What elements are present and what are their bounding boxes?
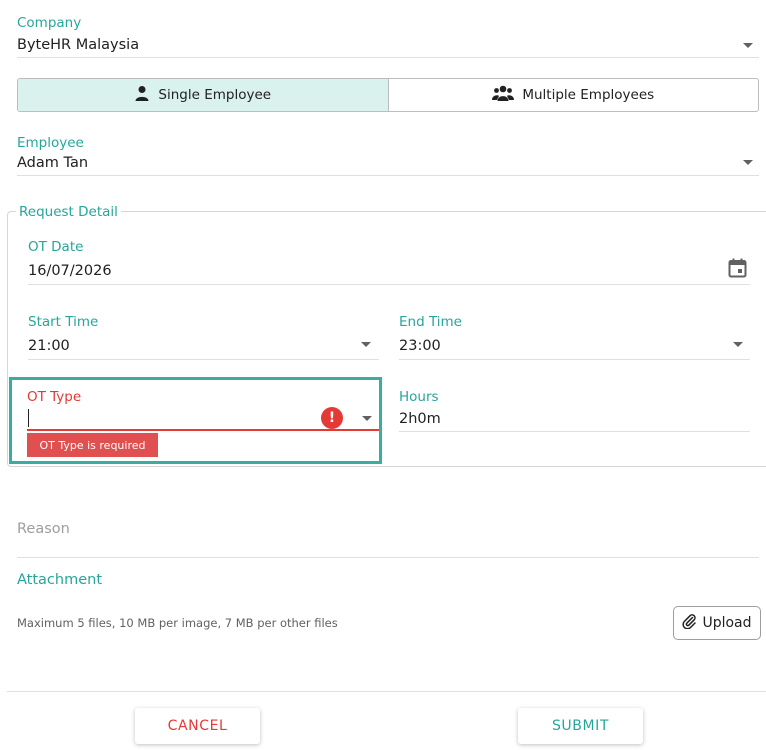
error-icon: ! (321, 407, 343, 429)
employee-value[interactable]: Adam Tan (17, 155, 88, 171)
ot-type-error-underline (27, 429, 379, 431)
employee-label: Employee (17, 135, 84, 151)
end-time-caret-icon[interactable] (733, 342, 743, 347)
request-detail-legend: Request Detail (16, 204, 121, 220)
hours-label: Hours (399, 389, 439, 405)
company-underline (17, 57, 759, 58)
attachment-hint: Maximum 5 files, 10 MB per image, 7 MB p… (17, 616, 338, 630)
reason-input[interactable]: Reason (17, 521, 70, 537)
company-value[interactable]: ByteHR Malaysia (17, 37, 139, 53)
employee-mode-toggle: Single Employee Multiple Employees (17, 78, 759, 112)
start-time-label: Start Time (28, 314, 99, 330)
ot-type-caret-icon[interactable] (362, 416, 372, 421)
ot-type-label: OT Type (27, 389, 82, 405)
end-time-value[interactable]: 23:00 (399, 338, 441, 354)
start-time-value[interactable]: 21:00 (28, 338, 70, 354)
employee-dropdown-caret-icon[interactable] (743, 160, 753, 165)
submit-button[interactable]: SUBMIT (518, 708, 643, 744)
attachment-label: Attachment (17, 572, 103, 588)
upload-button[interactable]: Upload (673, 606, 761, 640)
ot-date-value[interactable]: 16/07/2026 (28, 263, 112, 279)
footer-divider (7, 691, 766, 692)
ot-date-underline (28, 284, 750, 285)
single-employee-label: Single Employee (158, 87, 272, 103)
ot-type-error-message: OT Type is required (27, 433, 158, 457)
multiple-employees-button[interactable]: Multiple Employees (389, 79, 759, 111)
company-dropdown-caret-icon[interactable] (743, 43, 753, 48)
reason-underline (17, 557, 759, 558)
company-label: Company (17, 15, 82, 31)
start-time-caret-icon[interactable] (361, 342, 371, 347)
start-time-underline (28, 359, 379, 360)
hours-value: 2h0m (399, 411, 441, 427)
calendar-icon[interactable] (728, 258, 747, 282)
end-time-underline (399, 359, 750, 360)
people-group-icon (492, 85, 515, 105)
paperclip-icon (682, 613, 697, 633)
person-icon (134, 85, 150, 105)
ot-date-label: OT Date (28, 239, 84, 255)
ot-type-input-cursor (28, 409, 29, 427)
cancel-button[interactable]: CANCEL (135, 708, 260, 744)
single-employee-button[interactable]: Single Employee (18, 79, 389, 111)
employee-underline (17, 175, 759, 176)
upload-label: Upload (702, 615, 752, 631)
multiple-employees-label: Multiple Employees (522, 87, 655, 103)
hours-underline (399, 431, 750, 432)
end-time-label: End Time (399, 314, 462, 330)
